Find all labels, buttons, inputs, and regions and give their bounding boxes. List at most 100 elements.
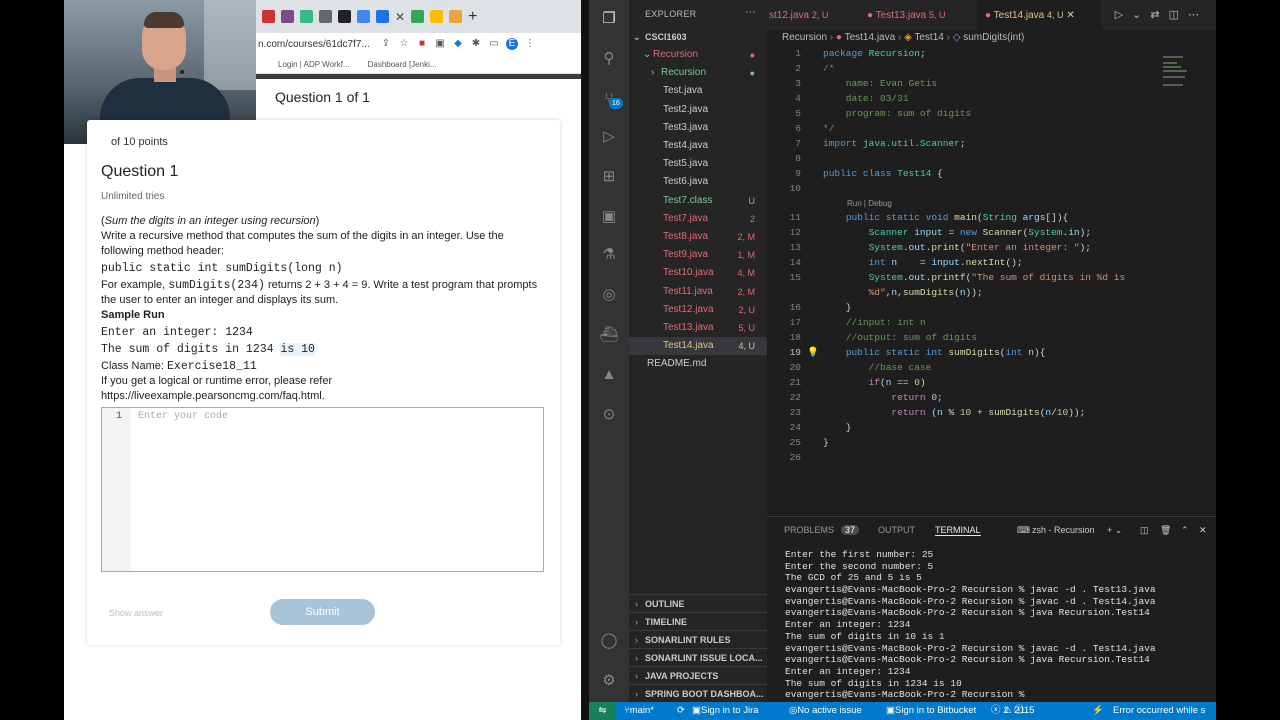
tab-test14[interactable]: ● Test14.java 4, U ✕ xyxy=(977,0,1101,30)
bookmark-jenkins[interactable]: Dashboard [Jenki... xyxy=(368,60,437,69)
file-item[interactable]: Test12.java 2, U xyxy=(629,301,767,319)
bitbucket-signin[interactable]: ▣ Sign in to Bitbucket xyxy=(886,702,976,720)
chevron-down-icon[interactable]: ⌄ xyxy=(1132,9,1150,21)
more-actions-icon[interactable]: ··· xyxy=(745,6,756,18)
file-item[interactable]: Test6.java xyxy=(629,173,767,191)
extensions-icon[interactable]: ⊞ xyxy=(598,166,620,188)
file-item[interactable]: Test4.java xyxy=(629,137,767,155)
show-answer-link[interactable]: Show answer xyxy=(109,608,163,618)
file-item[interactable]: Test7.java 2 xyxy=(629,210,767,228)
sync-icon[interactable]: ⟳ xyxy=(677,702,685,720)
browser-tab-strip[interactable]: ✕ + xyxy=(256,0,581,33)
url-text[interactable]: n.com/courses/61dc7f7... xyxy=(258,39,374,50)
sidebar-panel-header[interactable]: › SONARLINT RULES xyxy=(629,630,767,648)
lightbulb-icon[interactable]: 💡 xyxy=(807,345,819,360)
tab-test12[interactable]: st12.java 2, U xyxy=(769,0,859,30)
more-icon[interactable]: ⋯ xyxy=(1188,9,1208,21)
tab-terminal[interactable]: TERMINAL xyxy=(935,525,981,536)
tab-problems[interactable]: PROBLEMS xyxy=(784,525,834,535)
submit-button[interactable]: Submit xyxy=(270,599,375,625)
testing-icon[interactable]: ⚗ xyxy=(598,244,620,266)
search-icon[interactable]: ⚲ xyxy=(598,48,620,70)
run-icon[interactable]: ▷ xyxy=(1115,9,1132,21)
folder-item[interactable]: ⌄ Recursion ● xyxy=(629,46,767,64)
tab-output[interactable]: OUTPUT xyxy=(878,525,915,535)
project-folder[interactable]: ⌄ CSCI1603 xyxy=(629,28,767,46)
file-item[interactable]: Test7.class U xyxy=(629,192,767,210)
bookmark-star-icon[interactable]: ☆ xyxy=(398,38,410,50)
active-issue[interactable]: ◎ No active issue xyxy=(789,702,862,720)
terminal-output[interactable]: Enter the first number: 25 Enter the seco… xyxy=(785,549,1156,701)
menu-icon[interactable]: ⋮ xyxy=(524,38,536,50)
file-item[interactable]: Test5.java xyxy=(629,155,767,173)
spring-icon[interactable]: ⊙ xyxy=(598,404,620,426)
tab-favicon[interactable] xyxy=(430,10,444,23)
breadcrumb-item[interactable]: sumDigits(int) xyxy=(963,32,1024,43)
file-item[interactable]: Test3.java xyxy=(629,119,767,137)
file-item[interactable]: Test10.java 4, M xyxy=(629,264,767,282)
tab-favicon[interactable] xyxy=(262,10,275,23)
close-panel-icon[interactable]: ✕ xyxy=(1199,525,1207,536)
tab-test13[interactable]: ● Test13.java 5, U xyxy=(859,0,973,30)
remote-explorer-icon[interactable]: ▣ xyxy=(598,206,620,228)
tab-favicon[interactable] xyxy=(300,10,313,23)
sonarlint-icon[interactable]: ▲ xyxy=(598,364,620,386)
notification-icon[interactable]: ⚡ xyxy=(1092,702,1104,720)
new-terminal-icon[interactable]: + ⌄ xyxy=(1107,525,1122,536)
extension-icon[interactable]: ■ xyxy=(416,38,428,50)
status-message[interactable]: Error occurred while s xyxy=(1113,702,1205,720)
folder-item[interactable]: › Recursion ● xyxy=(629,64,767,82)
extension-icon[interactable]: ▣ xyxy=(434,38,446,50)
tab-favicon[interactable] xyxy=(376,10,389,23)
new-tab-icon[interactable]: + xyxy=(468,8,477,26)
tab-favicon[interactable] xyxy=(449,10,463,23)
file-item[interactable]: Test.java xyxy=(629,82,767,100)
puzzle-icon[interactable]: ✱ xyxy=(470,38,482,50)
file-item[interactable]: Test8.java 2, M xyxy=(629,228,767,246)
breadcrumb-item[interactable]: Recursion xyxy=(782,32,827,43)
split-terminal-icon[interactable]: ◫ xyxy=(1140,525,1149,536)
address-bar[interactable]: n.com/courses/61dc7f7... ⇪ ☆ ■ ▣ ◆ ✱ ▭ E… xyxy=(256,33,581,55)
minimap[interactable] xyxy=(1163,52,1203,342)
terminal-name[interactable]: zsh - Recursion xyxy=(1032,525,1095,535)
tab-favicon[interactable] xyxy=(281,10,294,23)
maximize-panel-icon[interactable]: ⌃ xyxy=(1181,525,1189,536)
bookmark-adp[interactable]: Login | ADP Workf... xyxy=(278,60,350,69)
settings-gear-icon[interactable]: ⚙ xyxy=(598,670,620,692)
file-item[interactable]: Test9.java 1, M xyxy=(629,246,767,264)
sidebar-panel-header[interactable]: › TIMELINE xyxy=(629,612,767,630)
file-item[interactable]: Test13.java 5, U xyxy=(629,319,767,337)
git-graph-icon[interactable]: ◎ xyxy=(598,284,620,306)
sidebar-panel-header[interactable]: › JAVA PROJECTS xyxy=(629,666,767,684)
trash-icon[interactable]: 🗑 xyxy=(1160,525,1171,536)
tab-favicon[interactable] xyxy=(319,10,332,23)
breadcrumb-item[interactable]: Test14 xyxy=(914,32,943,43)
extension-icon[interactable]: ◆ xyxy=(452,38,464,50)
close-tab-icon[interactable]: ✕ xyxy=(1066,10,1074,21)
branch-indicator[interactable]: ⑂ main* xyxy=(624,702,654,720)
profile-avatar[interactable]: E xyxy=(506,38,518,50)
breadcrumb-item[interactable]: Test14.java xyxy=(845,32,896,43)
close-tab-icon[interactable]: ✕ xyxy=(395,10,405,24)
sidebar-panel-header[interactable]: › SPRING BOOT DASHBOA... xyxy=(629,684,767,702)
remote-indicator-icon[interactable]: ⇋ xyxy=(589,702,616,720)
code-editor[interactable]: 1 Enter your code xyxy=(101,407,544,572)
code-editor-area[interactable]: 1 package Recursion; 2/* 3 name: Evan Get… xyxy=(767,46,1216,516)
tab-favicon[interactable] xyxy=(357,10,370,23)
sidebar-panel-header[interactable]: › SONARLINT ISSUE LOCA... xyxy=(629,648,767,666)
problems-indicator[interactable]: ⓧ 1 ⚠ 21 ⓘ 15 xyxy=(991,702,1034,720)
jira-signin[interactable]: ▣ Sign in to Jira xyxy=(692,702,759,720)
file-item[interactable]: README.md xyxy=(629,355,767,373)
docker-icon[interactable]: ⛴ xyxy=(598,324,620,346)
split-editor-icon[interactable]: ◫ xyxy=(1169,9,1188,21)
file-item[interactable]: Test2.java xyxy=(629,101,767,119)
code-input-placeholder[interactable]: Enter your code xyxy=(138,411,228,422)
compare-icon[interactable]: ⇄ xyxy=(1150,9,1168,21)
tab-favicon[interactable] xyxy=(338,10,351,23)
file-item[interactable]: Test14.java 4, U xyxy=(629,337,767,356)
share-icon[interactable]: ⇪ xyxy=(380,38,392,50)
run-debug-icon[interactable]: ▷ xyxy=(598,126,620,148)
explorer-icon[interactable]: ❐ xyxy=(598,8,620,30)
tab-favicon[interactable] xyxy=(411,10,425,23)
sidebar-icon[interactable]: ▭ xyxy=(488,38,500,50)
